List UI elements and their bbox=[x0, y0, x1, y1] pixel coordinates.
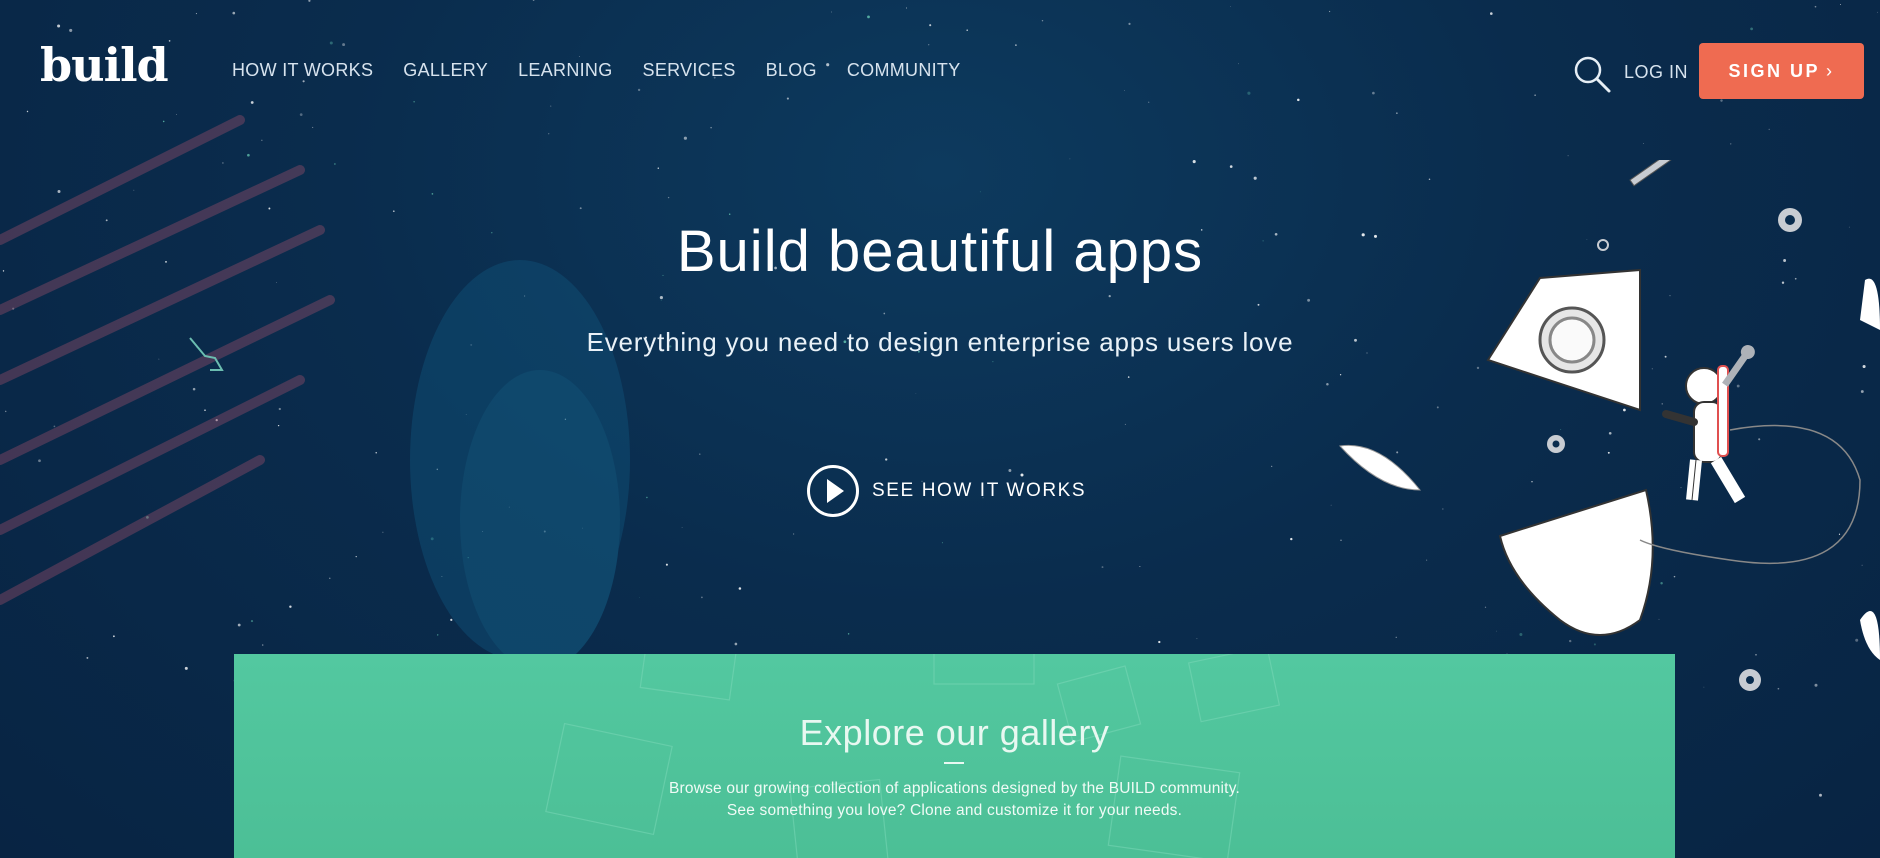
star bbox=[1271, 465, 1273, 467]
gallery-pattern bbox=[545, 654, 1281, 858]
star bbox=[979, 191, 981, 193]
login-link[interactable]: LOG IN bbox=[1624, 62, 1688, 83]
star bbox=[992, 361, 994, 363]
site-header: build HOW IT WORKS GALLERY LEARNING SERV… bbox=[0, 0, 1880, 145]
small-gear-icon bbox=[1597, 239, 1609, 251]
rocket-fragment bbox=[1339, 444, 1422, 491]
star bbox=[728, 213, 731, 215]
gallery-divider bbox=[944, 762, 964, 764]
star bbox=[847, 633, 850, 635]
star bbox=[883, 312, 886, 315]
star bbox=[734, 642, 738, 646]
search-icon[interactable] bbox=[1572, 54, 1612, 94]
cta-label: SEE HOW IT WORKS bbox=[872, 480, 1087, 501]
astronaut-rocket-illustration bbox=[1339, 160, 1880, 691]
star bbox=[738, 587, 742, 590]
edge-fragment bbox=[1860, 278, 1880, 330]
gallery-section: Explore our gallery Browse our growing c… bbox=[234, 654, 1675, 858]
astronaut bbox=[1662, 365, 1746, 504]
star bbox=[1108, 294, 1111, 298]
nav-gallery[interactable]: GALLERY bbox=[403, 60, 488, 81]
star bbox=[792, 533, 795, 535]
star bbox=[1307, 298, 1311, 302]
star bbox=[1196, 638, 1198, 640]
rocket-base bbox=[1498, 488, 1654, 636]
star bbox=[1139, 566, 1141, 567]
gallery-line-2: See something you love? Clone and custom… bbox=[726, 802, 1183, 819]
gallery-title: Explore our gallery bbox=[799, 712, 1110, 753]
gear-icon bbox=[1739, 669, 1761, 691]
tether-line bbox=[1639, 424, 1861, 564]
nav-blog[interactable]: BLOG bbox=[766, 60, 817, 81]
star bbox=[885, 458, 888, 461]
signup-label: SIGN UP bbox=[1728, 60, 1820, 81]
signup-button[interactable]: SIGN UP › bbox=[1699, 43, 1864, 99]
star bbox=[1257, 303, 1260, 306]
star bbox=[941, 542, 943, 544]
play-icon bbox=[807, 465, 859, 517]
star bbox=[1127, 376, 1130, 378]
star bbox=[1290, 537, 1293, 541]
star bbox=[1192, 160, 1196, 164]
nav-services[interactable]: SERVICES bbox=[643, 60, 736, 81]
main-nav: HOW IT WORKS GALLERY LEARNING SERVICES B… bbox=[232, 60, 991, 81]
nav-learning[interactable]: LEARNING bbox=[518, 60, 612, 81]
star bbox=[915, 393, 917, 394]
edge-fragment bbox=[1860, 611, 1880, 660]
star bbox=[1124, 423, 1126, 425]
gallery-description: Browse our growing collection of applica… bbox=[234, 778, 1675, 822]
nav-community[interactable]: COMMUNITY bbox=[847, 60, 961, 81]
screwdriver-icon bbox=[1629, 160, 1673, 187]
nebula-decoration bbox=[0, 115, 630, 670]
gear-icon bbox=[1547, 435, 1565, 453]
gear-icon bbox=[1778, 208, 1802, 232]
star bbox=[1158, 640, 1161, 644]
star bbox=[1567, 155, 1569, 157]
star bbox=[1819, 793, 1822, 797]
nav-how-it-works[interactable]: HOW IT WORKS bbox=[232, 60, 373, 81]
star bbox=[1069, 158, 1071, 160]
star bbox=[1229, 165, 1233, 168]
star bbox=[1253, 176, 1257, 180]
star bbox=[1101, 566, 1104, 569]
gallery-line-1: Browse our growing collection of applica… bbox=[668, 780, 1240, 797]
build-logo[interactable]: build bbox=[40, 38, 169, 92]
chevron-right-icon: › bbox=[1826, 60, 1835, 81]
see-how-it-works-button[interactable]: SEE HOW IT WORKS bbox=[806, 464, 1086, 518]
